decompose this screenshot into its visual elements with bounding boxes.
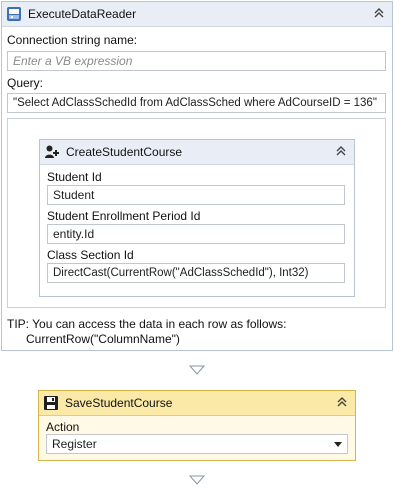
save-student-course-header[interactable]: SaveStudentCourse bbox=[39, 391, 355, 416]
tip-text: TIP: You can access the data in each row… bbox=[7, 317, 287, 331]
enrollment-period-label: Student Enrollment Period Id bbox=[47, 209, 201, 223]
query-input[interactable]: "Select AdClassSchedId from AdClassSched… bbox=[7, 93, 386, 113]
body-container: CreateStudentCourse Student Id Student S… bbox=[7, 118, 386, 308]
floppy-disk-icon bbox=[43, 395, 59, 411]
collapse-icon[interactable] bbox=[335, 395, 349, 409]
query-label: Query: bbox=[7, 76, 44, 90]
collapse-icon[interactable] bbox=[372, 6, 386, 20]
create-student-course-activity[interactable]: CreateStudentCourse Student Id Student S… bbox=[39, 139, 355, 297]
save-student-course-title: SaveStudentCourse bbox=[65, 396, 173, 410]
action-label: Action bbox=[46, 420, 80, 434]
create-student-course-title: CreateStudentCourse bbox=[66, 145, 183, 159]
database-reader-icon bbox=[6, 6, 22, 22]
caret-down-icon[interactable] bbox=[334, 441, 342, 447]
triangle-down-icon bbox=[189, 475, 205, 485]
student-id-label: Student Id bbox=[47, 170, 102, 184]
class-section-label: Class Section Id bbox=[47, 248, 134, 262]
connection-string-label: Connection string name: bbox=[7, 33, 138, 47]
tip-example: CurrentRow("ColumnName") bbox=[26, 332, 180, 346]
collapse-icon[interactable] bbox=[334, 144, 348, 158]
action-select[interactable]: Register bbox=[46, 434, 348, 454]
triangle-down-icon bbox=[189, 365, 205, 375]
enrollment-period-input[interactable]: entity.Id bbox=[47, 224, 345, 244]
execute-data-reader-title: ExecuteDataReader bbox=[28, 7, 137, 21]
action-select-value: Register bbox=[52, 437, 97, 451]
class-section-input[interactable]: DirectCast(CurrentRow("AdClassSchedId"),… bbox=[47, 263, 345, 283]
execute-data-reader-activity[interactable]: ExecuteDataReader Connection string name… bbox=[1, 1, 393, 351]
create-student-course-header[interactable]: CreateStudentCourse bbox=[40, 140, 354, 165]
execute-data-reader-header[interactable]: ExecuteDataReader bbox=[2, 2, 392, 27]
save-student-course-activity[interactable]: SaveStudentCourse Action Register bbox=[38, 390, 356, 461]
connection-string-input[interactable]: Enter a VB expression bbox=[7, 51, 386, 71]
person-add-icon bbox=[44, 144, 60, 160]
student-id-input[interactable]: Student bbox=[47, 185, 345, 205]
